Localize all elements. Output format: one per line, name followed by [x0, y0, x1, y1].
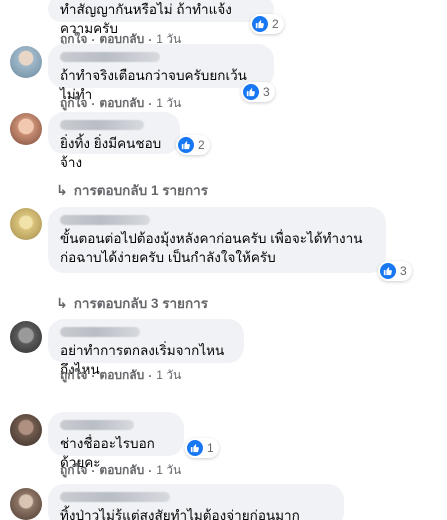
comment-actions: ถูกใจ · ตอบกลับ · 1 วัน [60, 366, 181, 385]
reaction-summary[interactable]: 3 [241, 82, 275, 102]
avatar[interactable] [10, 113, 42, 145]
like-icon [178, 137, 194, 153]
comment-text: ขั้นตอนต่อไปต้องมุ้งหลังคาก่อนครับ เพื่อ… [60, 231, 363, 265]
author-name-blurred[interactable] [60, 120, 144, 130]
reaction-summary[interactable]: 3 [378, 261, 412, 281]
separator-dot: · [91, 368, 96, 383]
view-replies-link[interactable]: ↳ การตอบกลับ 3 รายการ [56, 292, 208, 314]
timestamp[interactable]: 1 วัน [156, 461, 181, 480]
author-name-blurred[interactable] [60, 420, 134, 430]
reaction-count: 2 [272, 17, 279, 31]
avatar[interactable] [10, 46, 42, 78]
reply-arrow-icon: ↳ [56, 181, 68, 198]
replies-count: การตอบกลับ 1 รายการ [73, 183, 208, 198]
like-icon [187, 440, 203, 456]
reply-link[interactable]: ตอบกลับ [99, 94, 144, 113]
author-name-blurred[interactable] [60, 327, 140, 337]
comment-actions: ถูกใจ · ตอบกลับ · 1 วัน [60, 461, 181, 480]
reply-arrow-icon: ↳ [56, 294, 68, 311]
author-name-blurred[interactable] [60, 215, 150, 225]
reaction-count: 3 [400, 264, 407, 278]
reply-link[interactable]: ตอบกลับ [99, 461, 144, 480]
comment-bubble: อย่าทำการตกลงเริ่มจากไหนถึงไหน [48, 319, 244, 377]
like-icon [243, 84, 259, 100]
comment-bubble: ยิ่งทิ้ง ยิ่งมีคนชอบจ้าง [48, 112, 180, 170]
separator-dot: · [148, 96, 153, 111]
timestamp[interactable]: 1 วัน [156, 366, 181, 385]
reaction-count: 3 [263, 85, 270, 99]
reaction-count: 1 [207, 441, 214, 455]
like-icon [252, 16, 268, 32]
separator-dot: · [91, 96, 96, 111]
avatar[interactable] [10, 321, 42, 353]
separator-dot: · [148, 463, 153, 478]
separator-dot: · [148, 368, 153, 383]
replies-count: การตอบกลับ 3 รายการ [73, 296, 208, 311]
author-name-blurred[interactable] [60, 52, 160, 62]
like-link[interactable]: ถูกใจ [60, 366, 87, 385]
comment-text: ยิ่งทิ้ง ยิ่งมีคนชอบจ้าง [60, 136, 162, 170]
reaction-summary[interactable]: 2 [250, 14, 284, 34]
avatar[interactable] [10, 414, 42, 446]
reaction-summary[interactable]: 1 [185, 438, 219, 458]
comment-text: ทิ้งป่าวไม่รู้แต่สงสัยทำไมต้องจ่ายก่อนมา… [60, 508, 300, 520]
comment-bubble: ทิ้งป่าวไม่รู้แต่สงสัยทำไมต้องจ่ายก่อนมา… [48, 484, 344, 520]
author-name-blurred[interactable] [60, 492, 170, 502]
like-icon [380, 263, 396, 279]
comment-bubble: ขั้นตอนต่อไปต้องมุ้งหลังคาก่อนครับ เพื่อ… [48, 207, 386, 273]
avatar[interactable] [10, 208, 42, 240]
reaction-count: 2 [198, 138, 205, 152]
timestamp[interactable]: 1 วัน [156, 94, 181, 113]
comment-actions: ถูกใจ · ตอบกลับ · 1 วัน [60, 94, 181, 113]
like-link[interactable]: ถูกใจ [60, 94, 87, 113]
comment-bubble: ถ้าทำจริงเตือนกว่าจบครับยกเว้นไม่ทำ [48, 44, 274, 102]
comment-bubble: ทำสัญญากันหรือไม่ ถ้าทำแจ้งความครับ [48, 0, 274, 36]
comment-bubble: ช่างชื่ออะไรบอกด้วยคะ [48, 412, 184, 470]
reaction-summary[interactable]: 2 [176, 135, 210, 155]
like-link[interactable]: ถูกใจ [60, 461, 87, 480]
view-replies-link[interactable]: ↳ การตอบกลับ 1 รายการ [56, 179, 208, 201]
reply-link[interactable]: ตอบกลับ [99, 366, 144, 385]
separator-dot: · [91, 463, 96, 478]
avatar[interactable] [10, 488, 42, 520]
